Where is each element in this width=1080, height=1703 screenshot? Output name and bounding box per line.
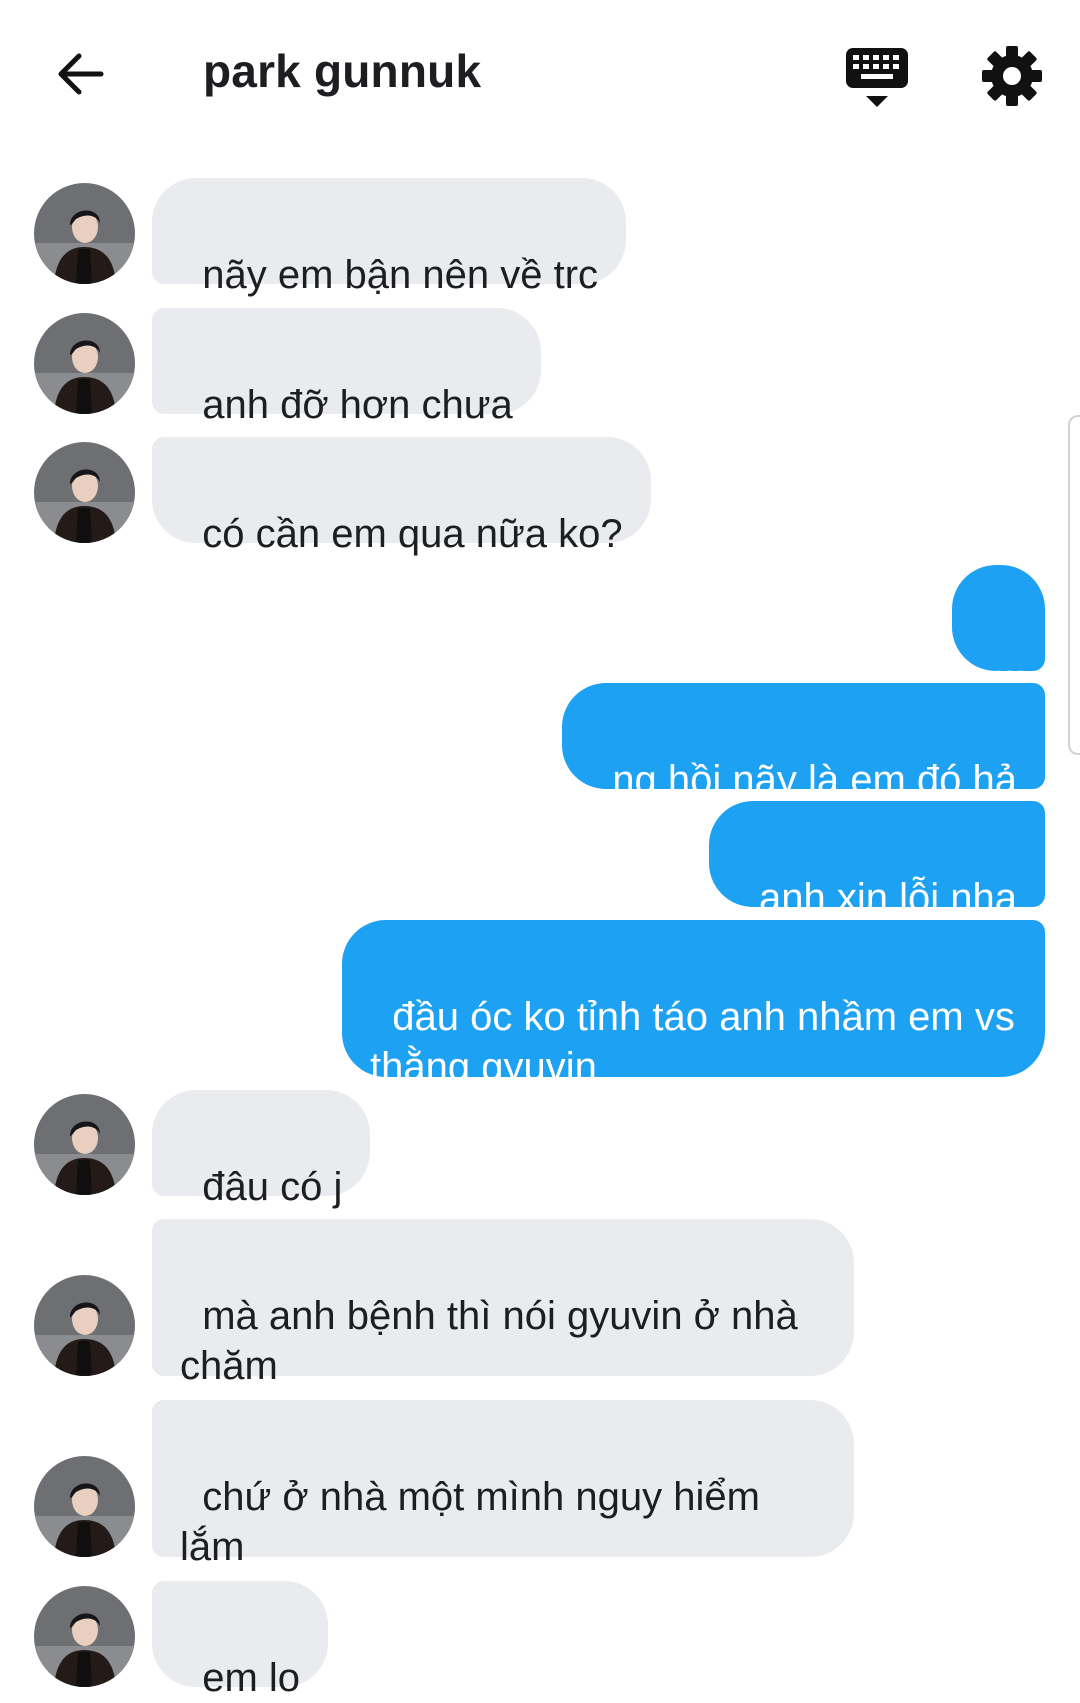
message-text: em lo [202,1656,301,1700]
message-text: anh đỡ hơn chưa [202,383,513,427]
avatar[interactable] [34,1094,135,1195]
settings-button[interactable] [980,44,1044,108]
message-text: có cần em qua nữa ko? [202,512,623,556]
avatar[interactable] [34,442,135,543]
avatar-photo [34,1275,135,1376]
message-bubble-outgoing[interactable]: đầu óc ko tỉnh táo anh nhầm em vs thằng … [342,920,1045,1089]
keyboard-icon [846,48,908,107]
message-text: đầu óc ko tỉnh táo anh nhầm em vs thằng … [370,995,1026,1089]
avatar-photo [34,183,135,284]
chat-header: park gunnuk [0,0,1080,150]
message-bubble-incoming[interactable]: nãy em bận nên về trc [152,178,627,297]
message-bubble-incoming[interactable]: có cần em qua nữa ko? [152,437,651,556]
back-button[interactable] [44,38,116,110]
message-text: nãy em bận nên về trc [202,253,599,297]
avatar[interactable] [34,313,135,414]
conversation-title: park gunnuk [203,45,482,97]
message-text: ... [992,640,1027,684]
message-bubble-outgoing[interactable]: anh xin lỗi nha [708,801,1045,967]
message-text: đâu có j [202,1165,343,1209]
avatar[interactable] [34,1586,135,1687]
message-text: ng hồi nãy là em đó hả [612,758,1017,802]
avatar-photo [34,313,135,414]
message-text: mà anh bệnh thì nói gyuvin ở nhà chăm [180,1294,809,1388]
scrollbar[interactable] [1068,415,1080,755]
message-bubble-incoming[interactable]: anh đỡ hơn chưa [152,308,541,427]
message-bubble-outgoing[interactable]: ... [952,565,1045,684]
avatar[interactable] [34,1275,135,1376]
gear-icon [982,46,1042,106]
message-bubble-outgoing[interactable]: ng hồi nãy là em đó hả [562,683,1045,802]
message-bubble-incoming[interactable]: chứ ở nhà một mình nguy hiểm lắm [152,1400,854,1569]
message-bubble-incoming[interactable]: em lo [152,1581,329,1700]
message-text: chứ ở nhà một mình nguy hiểm lắm [180,1475,772,1569]
message-bubble-incoming[interactable]: đâu có j [152,1090,371,1209]
avatar-photo [34,1094,135,1195]
arrow-left-icon [58,53,104,95]
avatar[interactable] [34,1456,135,1557]
keyboard-button[interactable] [842,44,912,110]
avatar-photo [34,1586,135,1687]
message-text: anh xin lỗi nha [759,876,1017,920]
avatar-photo [34,442,135,543]
avatar-photo [34,1456,135,1557]
avatar[interactable] [34,183,135,284]
message-bubble-incoming[interactable]: mà anh bệnh thì nói gyuvin ở nhà chăm [152,1219,854,1388]
